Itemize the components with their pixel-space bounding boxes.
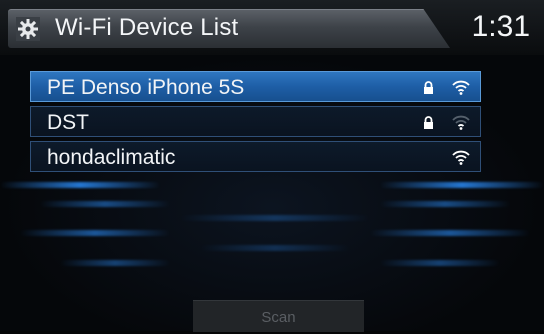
- wifi-signal-icon: [452, 80, 470, 95]
- device-row[interactable]: PE Denso iPhone 5S: [30, 71, 481, 102]
- lock-icon: [424, 116, 433, 129]
- clock: 1:31: [471, 10, 530, 43]
- page-title: Wi-Fi Device List: [55, 14, 239, 41]
- device-row[interactable]: hondaclimatic: [30, 141, 481, 172]
- device-name: hondaclimatic: [47, 146, 176, 169]
- scan-button[interactable]: Scan: [193, 300, 364, 332]
- device-row[interactable]: DST: [30, 106, 481, 137]
- header-bar: Wi-Fi Device List 1:31: [0, 0, 544, 55]
- wifi-signal-icon: [452, 150, 470, 165]
- settings-icon: [16, 17, 40, 41]
- device-name: PE Denso iPhone 5S: [47, 76, 245, 99]
- wifi-signal-icon: [452, 115, 470, 130]
- lock-icon: [424, 81, 433, 94]
- device-list: PE Denso iPhone 5S DST hondaclimatic: [30, 71, 481, 176]
- device-name: DST: [47, 111, 89, 134]
